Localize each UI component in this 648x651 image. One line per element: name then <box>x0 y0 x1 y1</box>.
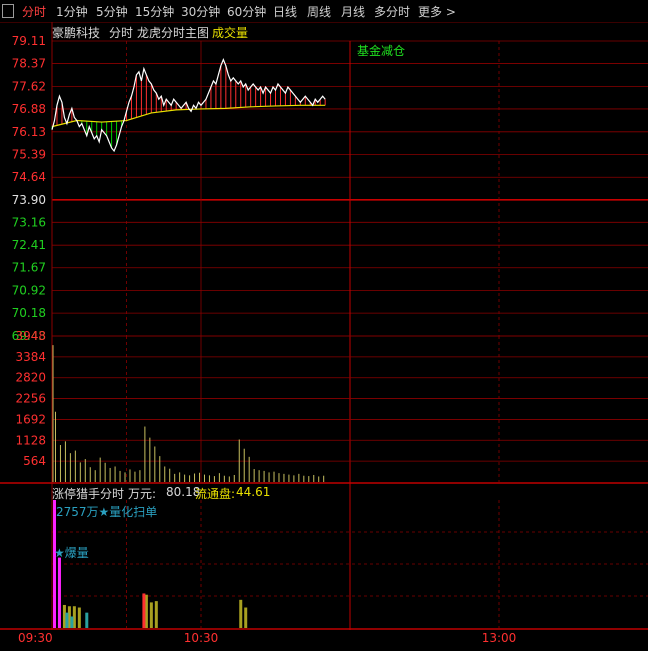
price-tick-label: 77.62 <box>12 79 46 93</box>
chart-mode: 分时 <box>109 26 134 40</box>
hunter-bar <box>154 601 158 628</box>
hunter-bar <box>244 607 248 628</box>
price-tick-label: 75.39 <box>12 147 46 161</box>
hunter-bar <box>85 612 89 628</box>
hunter-bar <box>239 599 243 628</box>
stock-name: 豪鹏科技 <box>52 26 101 40</box>
price-tick-label: 70.92 <box>12 284 46 298</box>
volume-tick-label: 564 <box>23 454 46 468</box>
volume-tick-label: 2820 <box>15 371 46 385</box>
price-tick-label: 73.90 <box>12 193 46 207</box>
quant-sweep-annotation: 2757万★量化扫单 <box>56 505 158 519</box>
price-tick-label: 78.37 <box>12 57 46 71</box>
intraday-chart[interactable]: 79.11 78.37 77.62 76.88 76.13 75.39 74.64 73.90… <box>0 0 648 651</box>
indicator-name[interactable]: 龙虎分时主图 <box>137 24 209 41</box>
hunter-bar <box>142 593 146 628</box>
time-tick-label: 13:00 <box>482 631 517 645</box>
volume-tick-label: 3948 <box>15 329 46 343</box>
price-tick-label: 79.11 <box>12 34 46 48</box>
price-tick-label: 74.64 <box>12 170 46 184</box>
float-value: 44.61 <box>236 485 271 499</box>
hunter-bar <box>149 602 153 628</box>
volume-tick-label: 1128 <box>15 433 46 447</box>
float-label: 流通盘: <box>195 487 236 501</box>
price-tick-label: 73.16 <box>12 215 46 229</box>
volume-tick-label: 3384 <box>15 350 46 364</box>
time-tick-label: 10:30 <box>184 631 219 645</box>
unit-label: 万元: <box>128 487 157 501</box>
hunter-bar <box>57 557 61 628</box>
price-tick-label: 76.88 <box>12 102 46 116</box>
volume-tick-label: 1692 <box>15 412 46 426</box>
burst-volume-annotation: ★爆量 <box>54 546 89 560</box>
hunter-bar <box>65 612 69 628</box>
volume-tick-label: 2256 <box>15 392 46 406</box>
fund-reduce-annotation: 基金减仓 <box>357 44 406 58</box>
price-tick-label: 72.41 <box>12 238 46 252</box>
price-tick-label: 70.18 <box>12 306 46 320</box>
hunter-bar <box>70 616 74 628</box>
price-tick-label: 71.67 <box>12 261 46 275</box>
price-tick-label: 76.13 <box>12 125 46 139</box>
hunter-bar <box>77 607 81 628</box>
time-tick-label: 09:30 <box>18 631 53 645</box>
sub-indicator-name[interactable]: 涨停猎手分时 <box>52 485 124 502</box>
volume-label: 成交量 <box>212 26 249 40</box>
